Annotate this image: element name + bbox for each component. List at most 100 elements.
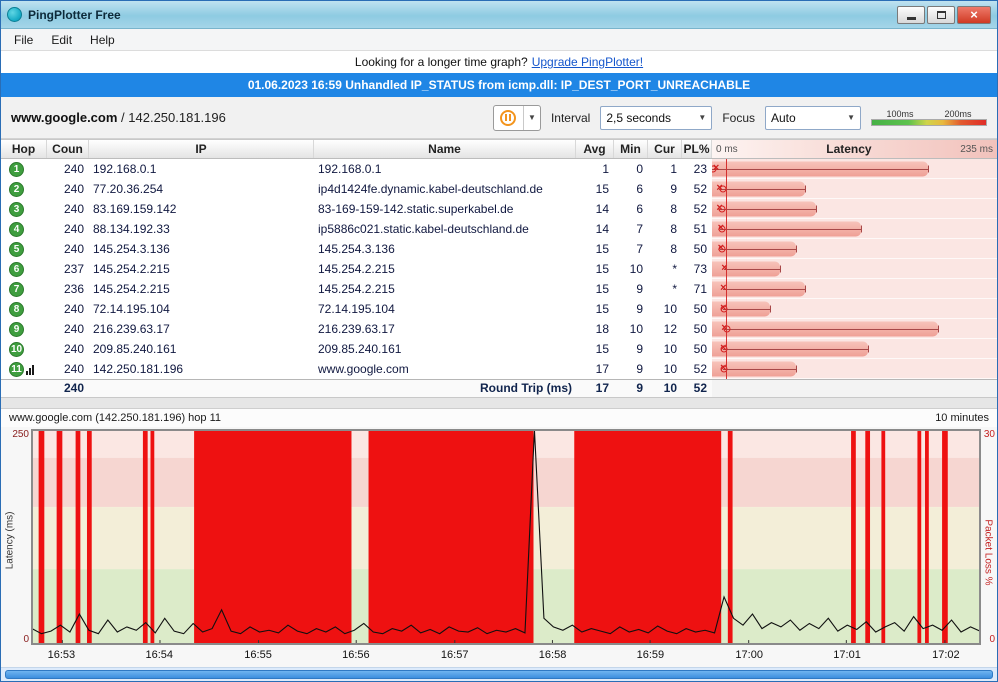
packet-loss-bar	[942, 430, 948, 644]
ip-cell: 145.254.2.215	[93, 262, 170, 276]
maximize-button[interactable]	[927, 5, 955, 24]
menu-file[interactable]: File	[5, 31, 42, 49]
packet-loss-cell: 50	[693, 242, 707, 256]
time-axis-tick-label: 16:59	[636, 649, 665, 661]
table-row[interactable]: 7 236 145.254.2.215 145.254.2.215 15 9 * 71 ×	[1, 279, 997, 299]
time-axis-tick-label: 17:01	[833, 649, 861, 661]
interval-select[interactable]: 2,5 seconds ▼	[600, 105, 713, 130]
cur-cell: 9	[670, 182, 677, 196]
chevron-down-icon: ▼	[527, 113, 536, 122]
packet-loss-cell: 50	[693, 342, 707, 356]
timeline-plot-area[interactable]	[31, 429, 981, 645]
focus-value: Auto	[771, 110, 796, 125]
header-ip[interactable]: IP	[89, 140, 314, 158]
chevron-down-icon: ▼	[698, 113, 707, 122]
table-row[interactable]: 4 240 88.134.192.33 ip5886c021.static.kabel…	[1, 219, 997, 239]
latency-scale-bar	[871, 119, 987, 126]
table-row[interactable]: 5 240 145.254.3.136 145.254.3.136 15 7 8 50 ×	[1, 239, 997, 259]
avg-cell: 1	[602, 162, 609, 176]
latency-max-tick	[795, 245, 797, 252]
min-cell: 10	[629, 322, 643, 336]
table-row[interactable]: 1 240 192.168.0.1 192.168.0.1 1 0 1 23 ×	[1, 159, 997, 179]
time-scrollbar-thumb[interactable]	[5, 670, 993, 679]
avg-cell: 15	[595, 302, 609, 316]
pause-dropdown-button[interactable]: ▼	[524, 106, 540, 130]
header-latency[interactable]: 0 ms Latency 235 ms	[712, 140, 997, 158]
close-icon: ×	[970, 7, 978, 22]
footer-min-cell: 9	[636, 381, 643, 395]
hop-cell: 2	[1, 179, 47, 199]
ip-cell: 88.134.192.33	[93, 222, 170, 236]
pane-splitter[interactable]	[1, 397, 997, 409]
header-cur[interactable]: Cur	[648, 140, 682, 158]
table-row[interactable]: 6 237 145.254.2.215 145.254.2.215 15 10 * 73 ×	[1, 259, 997, 279]
latency-whisker	[720, 228, 862, 230]
hop-number-badge: 1	[9, 161, 24, 177]
table-header: Hop Coun IP Name Avg Min Cur PL% 0 ms La…	[1, 139, 997, 159]
time-axis-tick-label: 16:53	[47, 649, 76, 661]
titlebar: PingPlotter Free ×	[1, 1, 997, 29]
packet-loss-bar	[881, 430, 886, 644]
count-cell: 237	[63, 262, 84, 276]
time-axis-tick-label: 16:57	[440, 649, 469, 661]
table-footer-row: 240 Round Trip (ms) 17 9 10 52	[1, 379, 997, 397]
hop-cell: 6	[1, 259, 47, 279]
footer-ip-cell	[89, 380, 314, 397]
table-row[interactable]: 11 240 142.250.181.196 www.google.com 17 9 10 5…	[1, 359, 997, 379]
toolbar: www.google.com / 142.250.181.196 ▼ Inter…	[1, 97, 997, 139]
avg-cell: 14	[595, 202, 609, 216]
close-button[interactable]: ×	[957, 5, 991, 24]
table-row[interactable]: 3 240 83.169.159.142 83-169-159-142.static.…	[1, 199, 997, 219]
avg-cell: 18	[595, 322, 609, 336]
cur-cell: 12	[663, 322, 677, 336]
latency-max-tick	[770, 305, 772, 312]
name-cell: 145.254.2.215	[318, 282, 395, 296]
time-axis-tick-label: 17:02	[932, 649, 960, 661]
hop-number-badge: 4	[9, 221, 24, 237]
header-pl[interactable]: PL%	[682, 140, 712, 158]
count-cell: 240	[63, 162, 84, 176]
min-cell: 9	[636, 302, 643, 316]
latency-max-tick	[816, 205, 818, 212]
header-name[interactable]: Name	[314, 140, 576, 158]
interval-label: Interval	[550, 110, 591, 125]
avg-cell: 15	[595, 282, 609, 296]
name-cell: 72.14.195.104	[318, 302, 395, 316]
count-cell: 236	[63, 282, 84, 296]
focus-select[interactable]: Auto ▼	[765, 105, 861, 130]
graph-range-label[interactable]: 10 minutes	[935, 412, 989, 424]
latency-max-tick	[861, 225, 863, 232]
hop-number-badge: 11	[9, 361, 24, 377]
minimize-button[interactable]	[897, 5, 925, 24]
table-row[interactable]: 8 240 72.14.195.104 72.14.195.104 15 9 10 50 ×	[1, 299, 997, 319]
header-avg[interactable]: Avg	[576, 140, 614, 158]
time-axis-tick-label: 16:56	[342, 649, 370, 661]
upgrade-link[interactable]: Upgrade PingPlotter!	[532, 55, 643, 69]
header-hop[interactable]: Hop	[1, 140, 47, 158]
header-min[interactable]: Min	[614, 140, 648, 158]
packet-loss-bar	[75, 430, 81, 644]
hop-table-body: 1 240 192.168.0.1 192.168.0.1 1 0 1 23 × 2 240 77.2…	[1, 159, 997, 379]
latency-cell: ×	[712, 259, 997, 279]
hop-number-badge: 5	[9, 241, 24, 257]
hop-number-badge: 8	[9, 301, 24, 317]
latency-whisker	[722, 288, 806, 290]
latency-scale-labels: 100ms 200ms	[871, 109, 987, 119]
menubar: File Edit Help	[1, 29, 997, 51]
cur-cell: 10	[663, 302, 677, 316]
table-row[interactable]: 10 240 209.85.240.161 209.85.240.161 15 9 10 50…	[1, 339, 997, 359]
table-row[interactable]: 2 240 77.20.36.254 ip4d1424fe.dynamic.kabel…	[1, 179, 997, 199]
current-latency-marker-icon	[718, 245, 726, 252]
ip-cell: 83.169.159.142	[93, 202, 177, 216]
window-controls: ×	[897, 5, 991, 24]
loss-axis-max: 30	[983, 429, 995, 440]
header-count[interactable]: Coun	[47, 140, 89, 158]
menu-edit[interactable]: Edit	[42, 31, 81, 49]
table-row[interactable]: 9 240 216.239.63.17 216.239.63.17 18 10 12 50 ×	[1, 319, 997, 339]
pause-button[interactable]	[494, 105, 524, 130]
name-cell: ip5886c021.static.kabel-deutschland.de	[318, 222, 529, 236]
min-cell: 7	[636, 222, 643, 236]
ip-cell: 145.254.2.215	[93, 282, 170, 296]
menu-help[interactable]: Help	[81, 31, 124, 49]
target-host: www.google.com	[11, 110, 118, 125]
